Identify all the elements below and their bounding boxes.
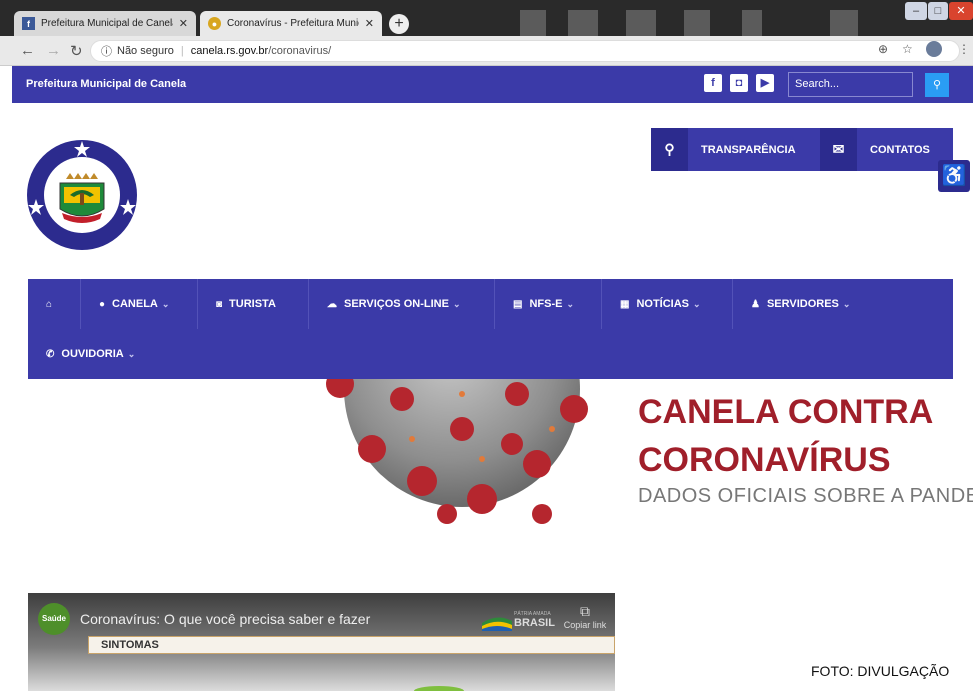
- bookmark-star-icon[interactable]: ☆: [902, 42, 913, 56]
- browser-tabstrip: f Prefeitura Municipal de Canela - ✕ ● C…: [0, 0, 973, 36]
- maximize-button[interactable]: □: [928, 2, 948, 20]
- hero-title-line2: CORONAVÍRUS: [638, 441, 891, 479]
- hero-banner[interactable]: CANELA CONTRA CORONAVÍRUS DADOS OFICIAIS…: [12, 379, 973, 539]
- brasil-flag-icon: [482, 617, 512, 631]
- profile-avatar[interactable]: [926, 41, 942, 57]
- nav-item-noticias[interactable]: ▦ NOTÍCIAS ⌄: [602, 279, 733, 329]
- chevron-down-icon: ⌄: [842, 298, 851, 309]
- photo-credit: FOTO: DIVULGAÇÃO: [811, 663, 950, 679]
- brand-name: BRASIL: [514, 617, 555, 629]
- site-topbar: Prefeitura Municipal de Canela f ◘ ▶ Sea…: [12, 66, 973, 103]
- document-icon: ▤: [513, 298, 523, 310]
- tab-title: Coronavírus - Prefeitura Municip: [227, 18, 359, 29]
- nav-label: NFS-E: [529, 298, 563, 310]
- nav-label: CANELA: [112, 298, 158, 310]
- chevron-down-icon: ⌄: [452, 298, 461, 309]
- forward-icon[interactable]: →: [46, 42, 61, 59]
- search-button[interactable]: ⚲: [925, 73, 949, 97]
- nav-item-home[interactable]: ⌂: [28, 279, 81, 329]
- prefeitura-logo[interactable]: [26, 139, 138, 251]
- nav-item-servidores[interactable]: ♟ SERVIDORES ⌄: [733, 279, 883, 329]
- chevron-down-icon: ⌄: [693, 298, 701, 309]
- user-icon: ♟: [751, 298, 760, 310]
- reload-icon[interactable]: ↻: [70, 42, 83, 60]
- virus-illustration: [326, 379, 588, 524]
- nav-item-turista[interactable]: ◙ TURISTA: [198, 279, 309, 329]
- nav-label: TURISTA: [229, 298, 276, 310]
- tab-close-icon[interactable]: ✕: [365, 17, 374, 30]
- url-path: /coronavirus/: [268, 45, 332, 57]
- video-title[interactable]: Coronavírus: O que você precisa saber e …: [80, 611, 370, 627]
- chevron-down-icon: ⌄: [566, 298, 574, 309]
- phone-icon: ✆: [46, 348, 55, 360]
- minimize-button[interactable]: –: [905, 2, 927, 20]
- brasil-logo: PÁTRIA AMADA BRASIL: [482, 611, 555, 631]
- video-section-bar: SINTOMAS: [88, 636, 615, 654]
- address-bar[interactable]: ⓘ Não seguro | canela.rs.gov.br/coronavi…: [90, 40, 960, 62]
- search-icon[interactable]: ⚲: [651, 128, 688, 171]
- hero-subtitle: DADOS OFICIAIS SOBRE A PANDE: [638, 485, 973, 507]
- new-tab-button[interactable]: +: [389, 14, 409, 34]
- facebook-icon[interactable]: f: [704, 74, 722, 92]
- tab-title: Prefeitura Municipal de Canela -: [41, 18, 173, 29]
- back-icon[interactable]: ←: [20, 42, 35, 59]
- quick-links: ⚲ TRANSPARÊNCIA ✉ CONTATOS: [651, 128, 953, 171]
- newspaper-icon: ▦: [620, 298, 630, 310]
- nav-item-ouvidoria[interactable]: ✆ OUVIDORIA ⌄: [28, 329, 168, 379]
- menu-icon[interactable]: ⋮: [958, 42, 970, 56]
- nav-item-servicos[interactable]: ☁ SERVIÇOS ON-LINE ⌄: [309, 279, 495, 329]
- main-nav: ⌂ ● CANELA ⌄ ◙ TURISTA ☁ SERVIÇOS ON-LIN…: [28, 279, 953, 379]
- info-icon[interactable]: ⓘ: [101, 43, 112, 59]
- copy-icon: ⧉: [580, 603, 590, 619]
- url-host: canela.rs.gov.br: [190, 45, 269, 57]
- instagram-icon[interactable]: ◘: [730, 74, 748, 92]
- contatos-link[interactable]: CONTATOS: [870, 144, 930, 156]
- copy-link-label: Copiar link: [563, 620, 607, 630]
- youtube-icon[interactable]: ▶: [756, 74, 774, 92]
- tab-close-icon[interactable]: ✕: [179, 17, 188, 30]
- search-input[interactable]: Search...: [788, 72, 913, 97]
- facebook-favicon-icon: f: [22, 17, 35, 30]
- channel-logo[interactable]: Saúde: [38, 603, 70, 635]
- accessibility-icon[interactable]: ♿: [938, 160, 970, 192]
- home-icon: ⌂: [46, 298, 53, 310]
- chevron-down-icon: ⌄: [127, 348, 136, 359]
- camera-icon: ◙: [216, 298, 223, 310]
- green-decoration: [414, 686, 464, 691]
- chevron-down-icon: ⌄: [161, 298, 170, 309]
- envelope-icon[interactable]: ✉: [820, 128, 857, 171]
- nav-item-nfse[interactable]: ▤ NFS-E ⌄: [495, 279, 602, 329]
- site-name[interactable]: Prefeitura Municipal de Canela: [26, 78, 186, 90]
- transparencia-link[interactable]: TRANSPARÊNCIA: [701, 144, 796, 156]
- site-favicon-icon: ●: [208, 17, 221, 30]
- map-marker-icon: ●: [99, 298, 106, 310]
- tab-coronavirus[interactable]: ● Coronavírus - Prefeitura Municip ✕: [200, 11, 382, 36]
- nav-item-canela[interactable]: ● CANELA ⌄: [81, 279, 198, 329]
- nav-label: SERVIÇOS ON-LINE: [344, 298, 449, 310]
- zoom-icon[interactable]: ⊕: [878, 42, 888, 56]
- security-label: Não seguro: [117, 45, 174, 57]
- nav-label: NOTÍCIAS: [636, 298, 690, 310]
- close-window-button[interactable]: ✕: [949, 2, 973, 20]
- video-embed[interactable]: Saúde Coronavírus: O que você precisa sa…: [28, 593, 615, 691]
- hero-title-line1: CANELA CONTRA: [638, 393, 934, 431]
- copy-link-button[interactable]: ⧉ Copiar link: [560, 603, 610, 630]
- nav-label: OUVIDORIA: [61, 348, 124, 360]
- browser-toolbar: ← → ↻ ⓘ Não seguro | canela.rs.gov.br/co…: [0, 36, 973, 66]
- tab-prefeitura[interactable]: f Prefeitura Municipal de Canela - ✕: [14, 11, 196, 36]
- nav-label: SERVIDORES: [766, 298, 839, 310]
- cloud-icon: ☁: [327, 298, 337, 310]
